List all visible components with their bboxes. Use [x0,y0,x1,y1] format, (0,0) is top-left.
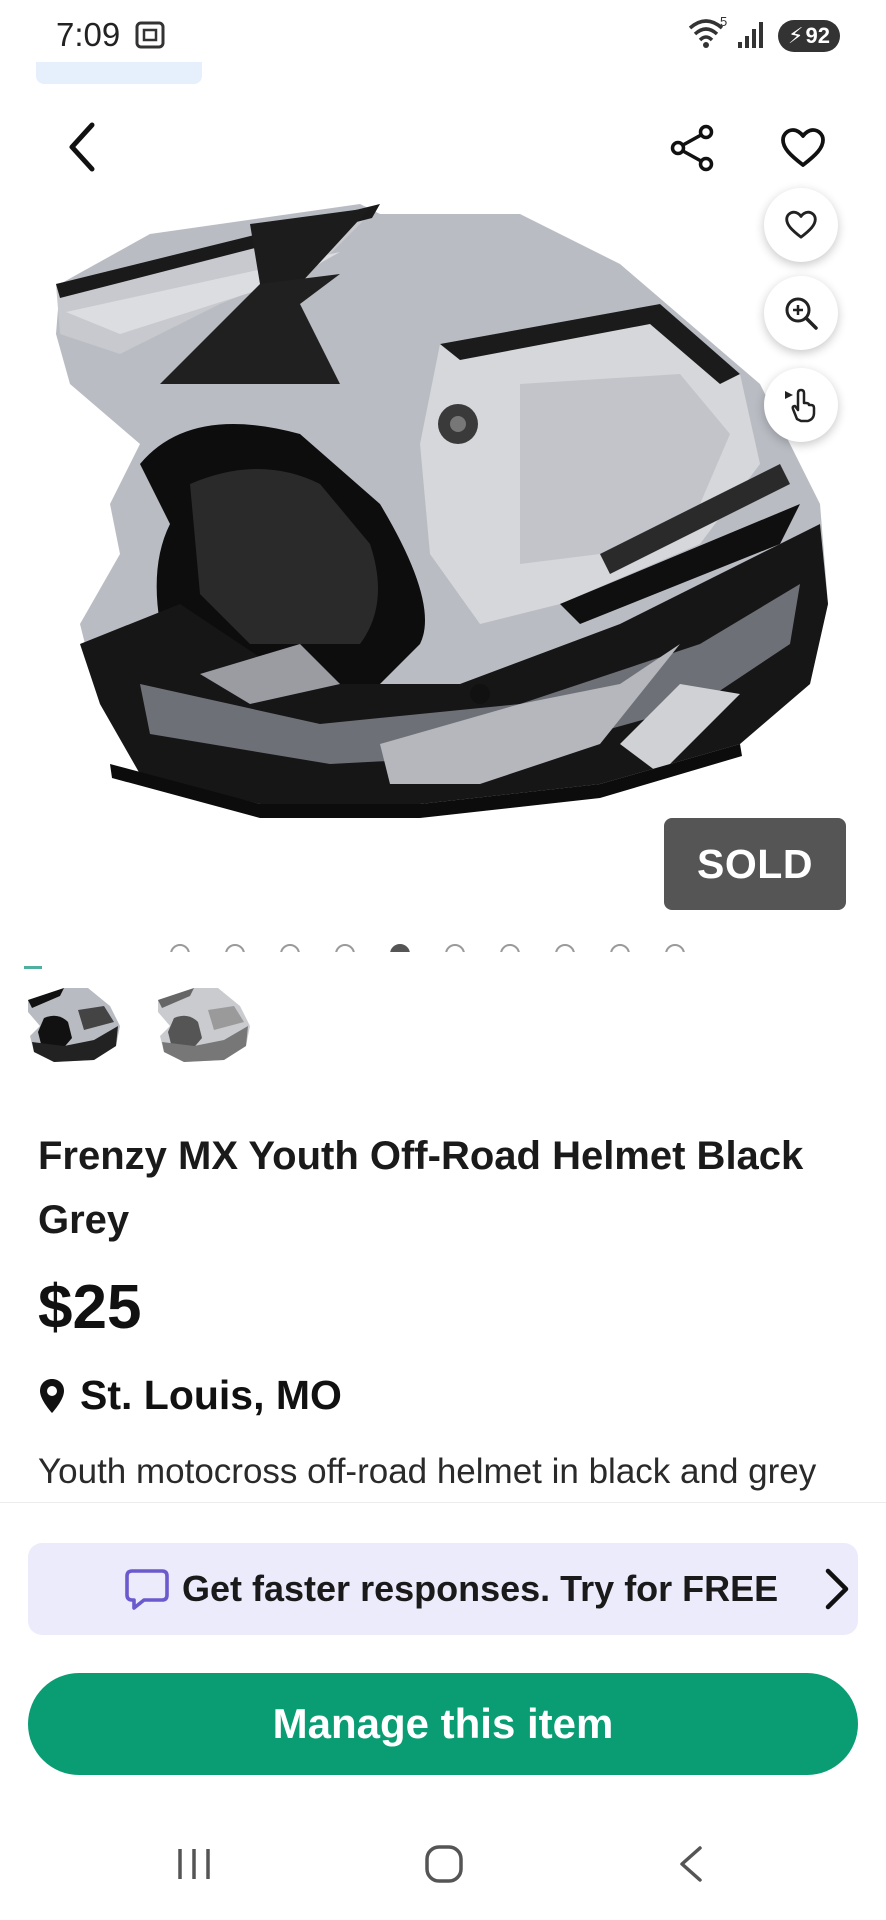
floating-favorite-button[interactable] [764,188,838,262]
share-button[interactable] [660,116,724,180]
wifi-superscript: 5 [720,16,727,29]
helmet-thumbnail-image [28,988,120,1062]
promo-text: Get faster responses. Try for FREE [182,1568,779,1609]
chat-bubble-icon [125,1569,169,1610]
scrolled-header-chip [36,62,202,84]
hand-pointer-icon [785,388,816,423]
favorite-button[interactable] [768,116,838,180]
battery-indicator: ⚡ 92 [778,20,840,52]
share-icon [670,124,714,172]
product-price: $25 [38,1273,142,1342]
product-location[interactable]: St. Louis, MO [38,1372,342,1419]
charging-bolt-icon: ⚡ [788,23,804,48]
location-text: St. Louis, MO [80,1372,342,1418]
interactive-view-button[interactable] [764,368,838,442]
thumbnail-1[interactable] [24,966,120,1078]
status-bar: 7:09 5 ⚡ 92 [0,0,886,70]
faster-responses-promo-banner[interactable]: Get faster responses. Try for FREE [28,1543,858,1635]
thumbnail-2[interactable] [154,966,250,1078]
system-navigation-bar [0,1810,886,1920]
thumbnail-active-indicator [24,966,42,969]
screenshot-indicator-icon [135,21,165,49]
product-image-carousel[interactable] [0,84,886,944]
heart-icon [785,210,817,239]
system-back-icon[interactable] [676,1844,706,1884]
zoom-in-icon [785,297,818,330]
back-button[interactable] [50,112,114,182]
thumbnail-strip [24,966,250,1086]
zoom-button[interactable] [764,276,838,350]
helmet-product-image [56,204,828,818]
wifi-icon: 5 [688,16,727,48]
heart-icon [781,128,825,167]
helmet-thumbnail-image [158,988,250,1062]
battery-level: 92 [805,23,830,48]
status-time: 7:09 [56,16,121,53]
product-description: Youth motocross off-road helmet in black… [38,1452,817,1491]
map-pin-icon [40,1378,64,1413]
manage-item-button[interactable]: Manage this item [28,1673,858,1775]
sold-badge: SOLD [664,818,846,910]
cell-signal-icon [738,22,763,48]
home-icon[interactable] [424,1844,464,1884]
chevron-left-icon [69,122,95,172]
chevron-right-icon [825,1568,849,1610]
recent-apps-icon[interactable] [174,1846,214,1882]
product-title: Frenzy MX Youth Off-Road Helmet Black Gr… [38,1134,804,1242]
